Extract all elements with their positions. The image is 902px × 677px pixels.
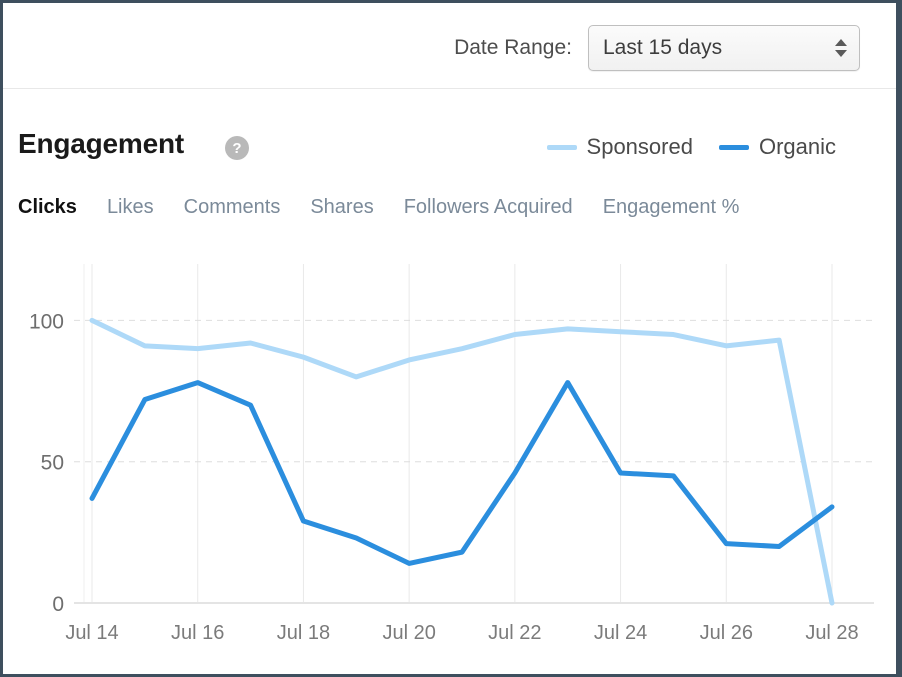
metric-tabs: Clicks Likes Comments Shares Followers Acqui… — [18, 196, 739, 219]
chart-xtick-label: Jul 14 — [65, 622, 118, 644]
legend-label-sponsored: Sponsored — [587, 134, 693, 160]
header-bar: Date Range: Last 15 days — [3, 3, 896, 89]
chart-xtick-label: Jul 18 — [277, 622, 330, 644]
chart-ytick-label: 0 — [52, 593, 64, 616]
chevron-up-icon — [835, 39, 847, 46]
stepper-updown-icon[interactable] — [835, 39, 847, 57]
legend-item-sponsored: Sponsored — [547, 134, 693, 160]
chart-xtick-label: Jul 22 — [488, 622, 541, 644]
engagement-analytics-window: Date Range: Last 15 days Engagement ? Sp… — [0, 0, 902, 677]
tab-shares[interactable]: Shares — [310, 196, 373, 219]
chart-xtick-label: Jul 20 — [382, 622, 435, 644]
tab-clicks[interactable]: Clicks — [18, 196, 77, 219]
tab-likes[interactable]: Likes — [107, 196, 154, 219]
chart-xtick-label: Jul 24 — [594, 622, 647, 644]
legend-swatch-organic — [719, 145, 749, 150]
legend-label-organic: Organic — [759, 134, 836, 160]
chart-xtick-label: Jul 16 — [171, 622, 224, 644]
engagement-chart: 0 50 100 Jul 14 Jul 16 Jul 18 Jul 20 Jul 22 Jul … — [0, 258, 893, 658]
chart-canvas: 0 50 100 Jul 14 Jul 16 Jul 18 Jul 20 Jul 22 Jul … — [0, 258, 893, 658]
window-border-right — [896, 0, 902, 677]
legend-item-organic: Organic — [719, 134, 836, 160]
legend-swatch-sponsored — [547, 145, 577, 150]
question-mark-icon[interactable]: ? — [225, 136, 249, 160]
date-range-select[interactable]: Last 15 days — [588, 25, 860, 71]
date-range-control: Date Range: Last 15 days — [454, 25, 860, 71]
date-range-selected-value: Last 15 days — [589, 36, 722, 60]
chart-xtick-label: Jul 28 — [805, 622, 858, 644]
tab-comments[interactable]: Comments — [184, 196, 281, 219]
chart-line-organic — [92, 383, 832, 564]
tab-followers-acquired[interactable]: Followers Acquired — [404, 196, 573, 219]
chart-ytick-label: 50 — [41, 452, 64, 475]
chart-xtick-label: Jul 26 — [700, 622, 753, 644]
date-range-label: Date Range: — [454, 36, 572, 60]
page-title: Engagement — [18, 128, 184, 160]
tab-engagement[interactable]: Engagement % — [603, 196, 740, 219]
chart-legend: Sponsored Organic — [547, 134, 836, 160]
panel-header: Engagement ? Sponsored Organic — [18, 128, 878, 174]
chart-ytick-label: 100 — [29, 310, 64, 333]
chevron-down-icon — [835, 50, 847, 57]
